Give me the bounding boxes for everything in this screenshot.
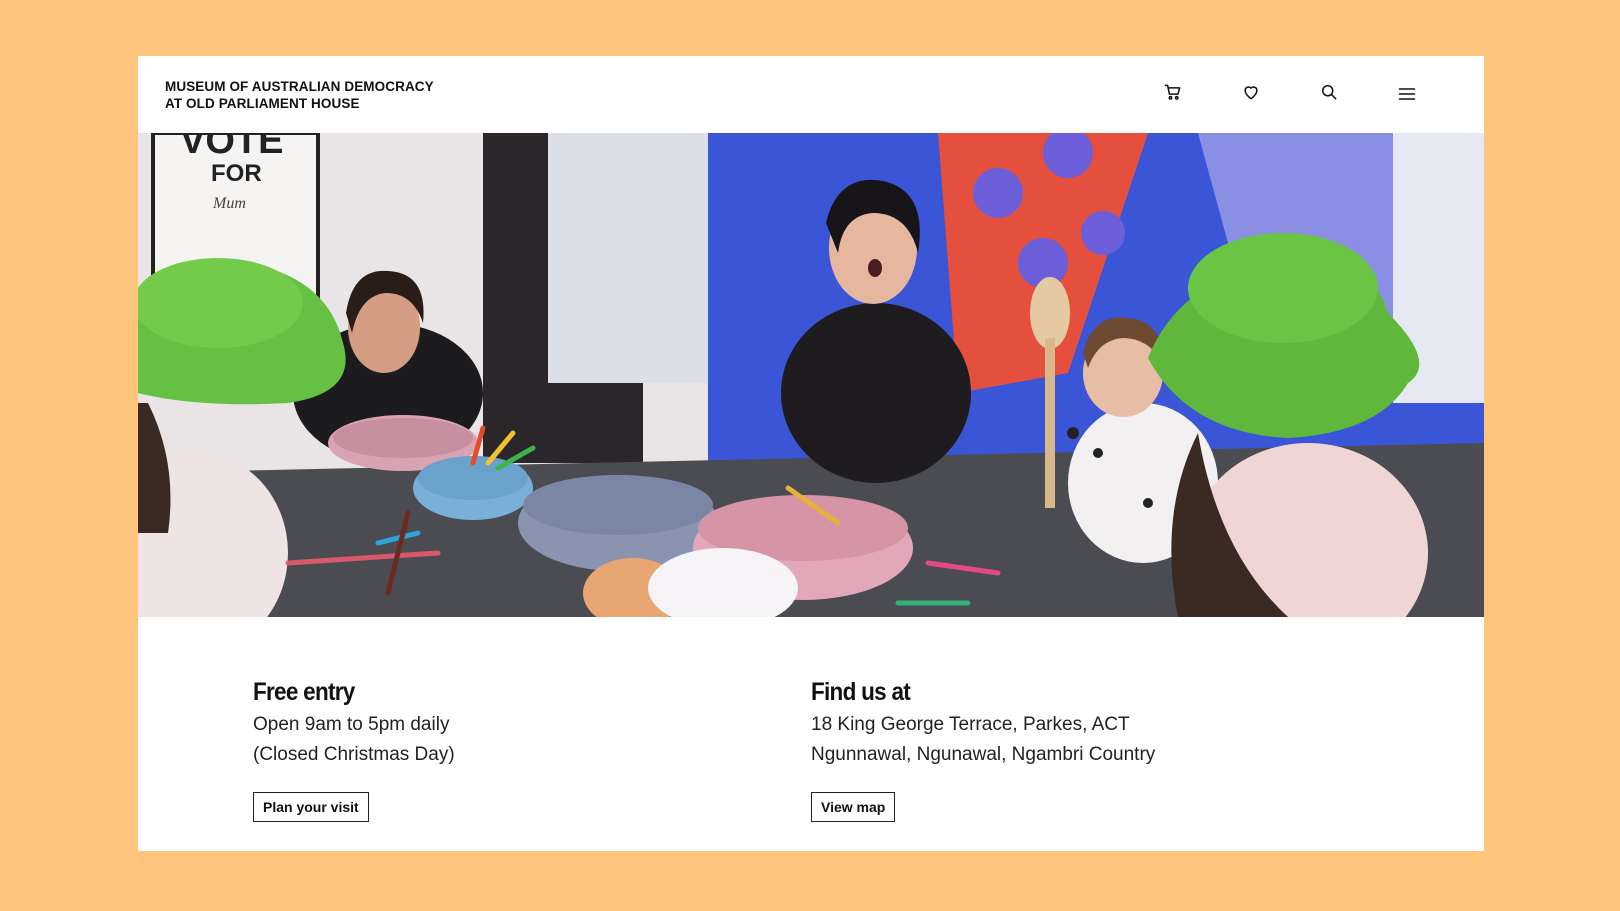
search-button[interactable] xyxy=(1313,76,1345,108)
free-entry-title: Free entry xyxy=(253,678,355,706)
logo-line-1: MUSEUM OF AUSTRALIAN DEMOCRACY xyxy=(165,79,434,94)
poster-text-for: FOR xyxy=(211,160,262,187)
find-us-title: Find us at xyxy=(811,678,911,706)
favourites-button[interactable] xyxy=(1235,76,1267,108)
view-map-button[interactable]: View map xyxy=(811,792,896,822)
site-frame: MUSEUM OF AUSTRALIAN DEMOCRACY AT OLD PA… xyxy=(138,56,1484,851)
opening-hours: Open 9am to 5pm daily xyxy=(253,714,450,735)
poster-text-vote: VOTE xyxy=(180,133,283,162)
address-line: 18 King George Terrace, Parkes, ACT xyxy=(811,714,1130,735)
search-icon xyxy=(1322,85,1337,100)
heart-icon xyxy=(1244,86,1258,100)
menu-icon xyxy=(1398,88,1416,100)
hero-image: VOTE FOR Mum xyxy=(138,133,1484,617)
site-logo[interactable]: MUSEUM OF AUSTRALIAN DEMOCRACY AT OLD PA… xyxy=(165,78,434,112)
closed-note: (Closed Christmas Day) xyxy=(253,744,455,765)
plan-your-visit-button[interactable]: Plan your visit xyxy=(253,792,369,822)
free-entry-section: Free entry Open 9am to 5pm daily (Closed… xyxy=(253,678,455,822)
cart-icon xyxy=(1164,84,1181,100)
menu-button[interactable] xyxy=(1391,78,1423,110)
poster-text-mum: Mum xyxy=(212,195,246,212)
site-header: MUSEUM OF AUSTRALIAN DEMOCRACY AT OLD PA… xyxy=(138,56,1484,133)
logo-line-2: AT OLD PARLIAMENT HOUSE xyxy=(165,96,360,111)
hero-photo-illustration: VOTE FOR Mum xyxy=(138,133,1484,617)
cart-button[interactable] xyxy=(1157,76,1189,108)
country-acknowledgement: Ngunnawal, Ngunawal, Ngambri Country xyxy=(811,744,1156,765)
find-us-section: Find us at 18 King George Terrace, Parke… xyxy=(811,678,1155,822)
